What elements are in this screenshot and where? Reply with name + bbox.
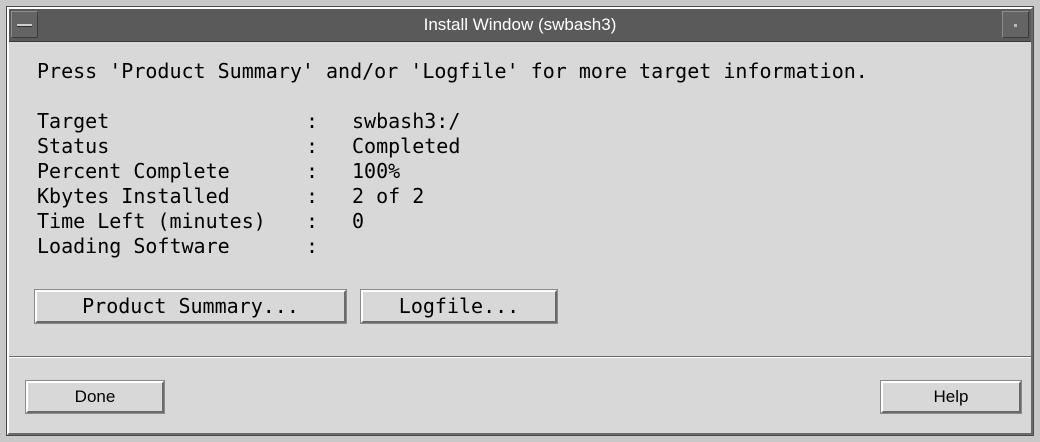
title-bar[interactable]: Install Window (swbash3): [9, 9, 1031, 42]
info-label: Time Left (minutes): [37, 209, 266, 233]
info-value: 0: [352, 209, 365, 233]
info-value: 100%: [352, 159, 401, 183]
info-label: Status: [37, 134, 110, 158]
info-label: Target: [37, 109, 110, 133]
info-row-kbytes-installed: Kbytes Installed : 2 of 2: [37, 184, 424, 209]
info-separator: :: [306, 209, 319, 233]
info-separator: :: [306, 134, 319, 158]
info-value: Completed: [352, 134, 461, 158]
info-label: Kbytes Installed: [37, 184, 230, 208]
info-separator: :: [306, 184, 319, 208]
product-summary-button[interactable]: Product Summary...: [34, 289, 347, 324]
info-label: Percent Complete: [37, 159, 230, 183]
info-row-target: Target : swbash3:/: [37, 109, 460, 134]
info-separator: :: [306, 159, 319, 183]
info-row-percent-complete: Percent Complete : 100%: [37, 159, 400, 184]
info-separator: :: [306, 234, 319, 258]
info-label: Loading Software: [37, 234, 230, 258]
window-title: Install Window (swbash3): [423, 15, 617, 34]
info-row-loading-software: Loading Software :: [37, 234, 318, 259]
divider: [9, 356, 1031, 358]
logfile-button[interactable]: Logfile...: [360, 289, 558, 324]
minimize-button[interactable]: [1002, 11, 1029, 38]
info-row-time-left: Time Left (minutes) : 0: [37, 209, 364, 234]
instructions-text: Press 'Product Summary' and/or 'Logfile'…: [37, 59, 868, 83]
done-button[interactable]: Done: [25, 380, 165, 414]
info-value: 2 of 2: [352, 184, 425, 208]
help-button[interactable]: Help: [880, 380, 1022, 414]
info-row-status: Status : Completed: [37, 134, 460, 159]
info-separator: :: [306, 109, 319, 133]
info-value: swbash3:/: [352, 109, 461, 133]
install-window: Install Window (swbash3) Press 'Product …: [6, 6, 1034, 436]
minimize-icon: [1014, 24, 1017, 27]
